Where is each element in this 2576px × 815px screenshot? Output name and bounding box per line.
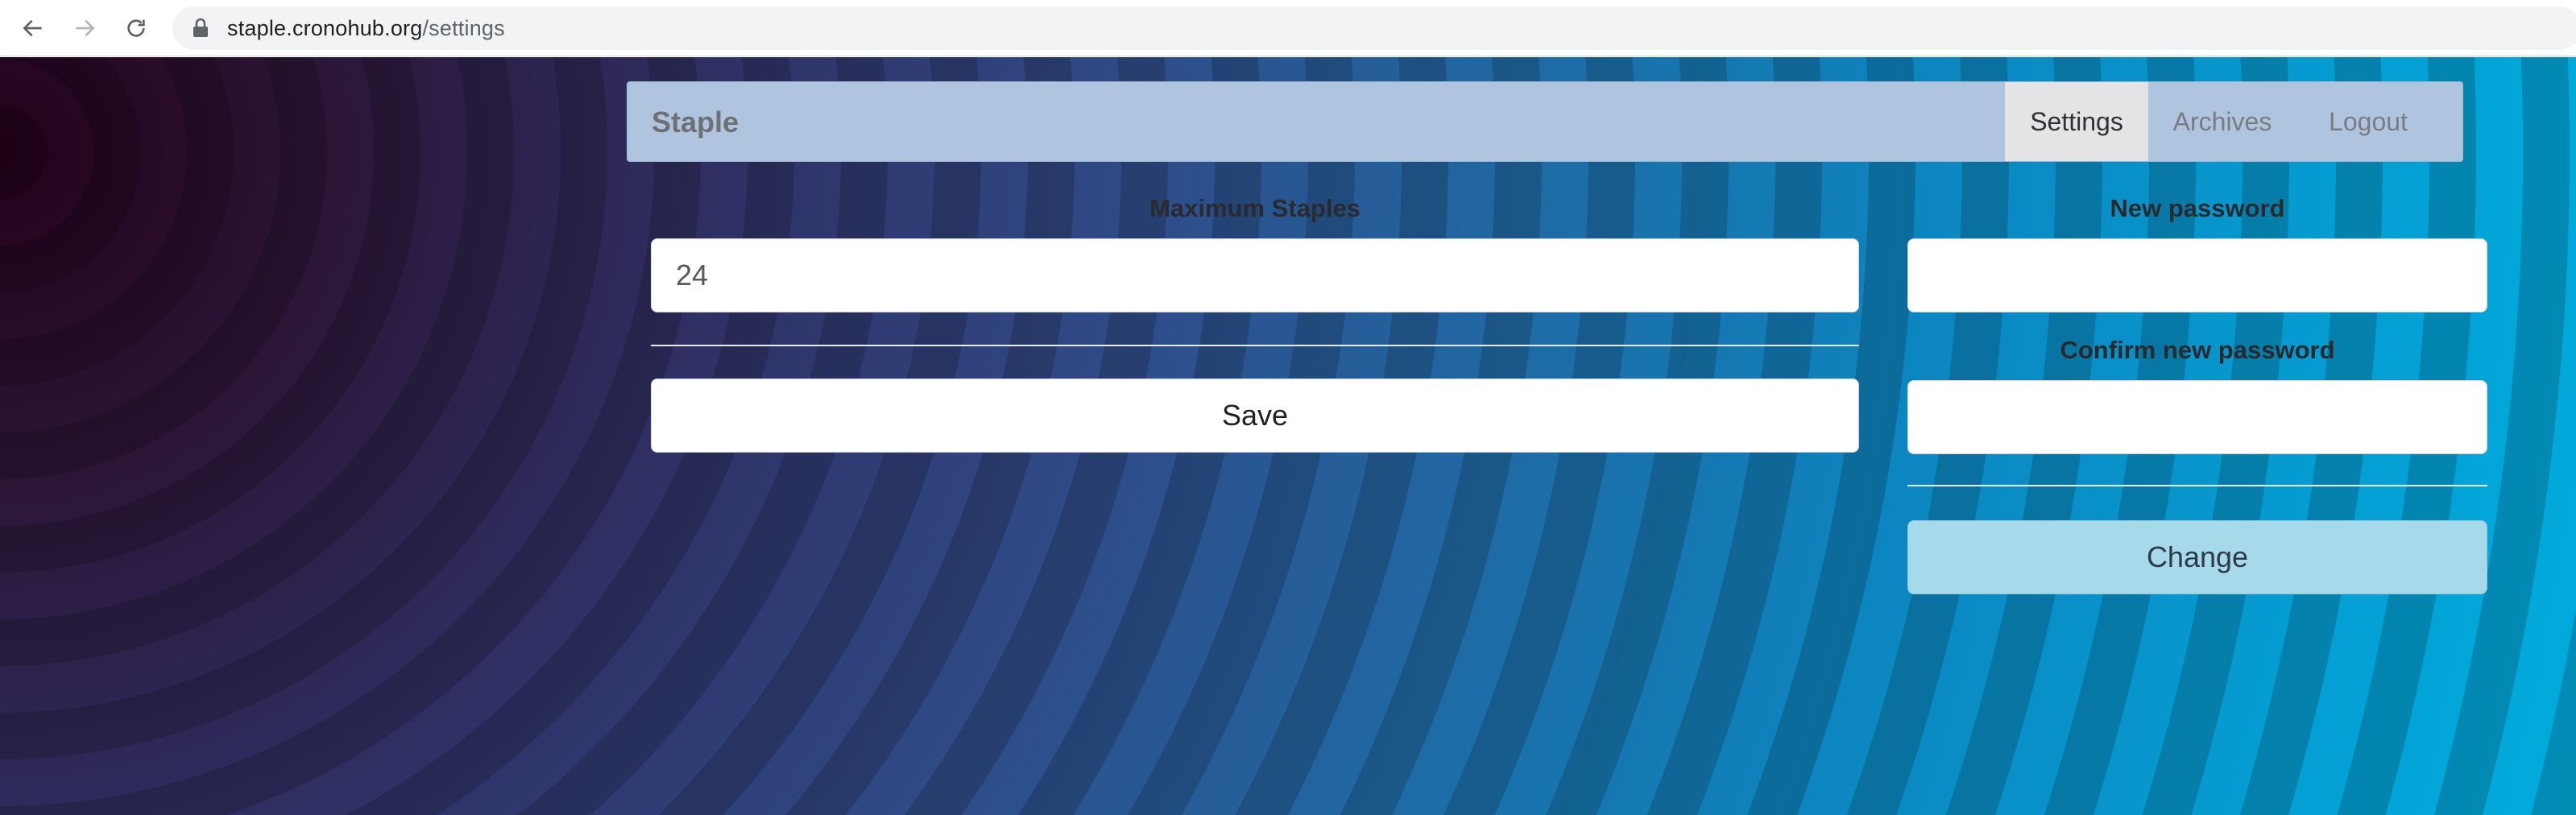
divider bbox=[651, 345, 1859, 346]
url-path: /settings bbox=[422, 15, 505, 40]
forward-button[interactable] bbox=[68, 11, 101, 45]
divider bbox=[1907, 485, 2487, 486]
reload-icon bbox=[127, 19, 145, 37]
browser-toolbar: staple.cronohub.org/settings bbox=[0, 0, 2576, 56]
confirm-password-input[interactable] bbox=[1907, 380, 2487, 454]
lock-icon bbox=[193, 18, 208, 37]
new-password-label: New password bbox=[2110, 194, 2285, 222]
nav-link-archives[interactable]: Archives bbox=[2148, 82, 2296, 161]
change-password-button[interactable]: Change bbox=[1907, 520, 2487, 594]
reload-button[interactable] bbox=[119, 11, 153, 45]
url-text: staple.cronohub.org/settings bbox=[227, 16, 505, 41]
maximum-staples-label: Maximum Staples bbox=[1149, 194, 1360, 222]
back-arrow-icon bbox=[23, 19, 42, 37]
app-navbar: Staple Settings Archives Logout bbox=[627, 81, 2463, 162]
nav-link-settings[interactable]: Settings bbox=[2005, 82, 2148, 161]
address-bar[interactable]: staple.cronohub.org/settings bbox=[172, 6, 2576, 50]
confirm-password-label: Confirm new password bbox=[2060, 336, 2335, 364]
nav-links: Settings Archives Logout bbox=[2005, 82, 2462, 161]
back-button[interactable] bbox=[16, 11, 50, 45]
new-password-input[interactable] bbox=[1907, 238, 2487, 312]
nav-link-logout[interactable]: Logout bbox=[2296, 82, 2440, 161]
save-button[interactable]: Save bbox=[651, 379, 1859, 453]
url-host: staple.cronohub.org bbox=[227, 15, 423, 40]
page-background: Staple Settings Archives Logout Maximum … bbox=[0, 57, 2576, 815]
maximum-staples-input[interactable] bbox=[651, 238, 1859, 312]
brand-logo[interactable]: Staple bbox=[652, 82, 739, 163]
forward-arrow-icon bbox=[76, 19, 95, 37]
